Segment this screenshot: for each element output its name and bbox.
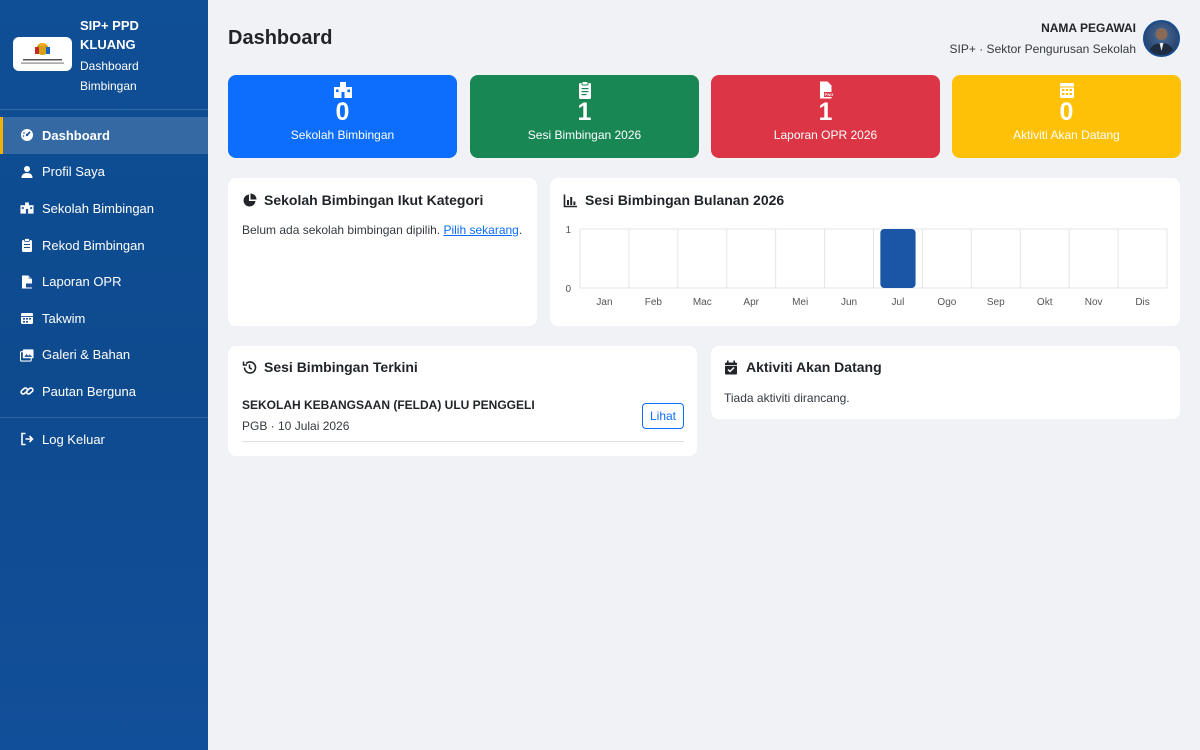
x-tick-label: Okt bbox=[1037, 297, 1053, 308]
x-tick-label: Jul bbox=[892, 297, 905, 308]
svg-text:PNG: PNG bbox=[824, 92, 833, 97]
pilih-sekarang-link[interactable]: Pilih sekarang bbox=[443, 223, 518, 237]
sidebar-item-label: Takwim bbox=[42, 310, 86, 326]
sidebar-item-label: Laporan OPR bbox=[42, 274, 122, 290]
x-tick-label: Mei bbox=[792, 297, 808, 308]
lihat-button[interactable]: Lihat bbox=[642, 403, 684, 429]
aktiviti-card: Aktiviti Akan Datang Tiada aktiviti dira… bbox=[711, 346, 1180, 419]
sidebar-item-rekod[interactable]: Rekod Bimbingan bbox=[0, 227, 208, 264]
user-icon bbox=[20, 165, 34, 179]
sidebar-item-label: Sekolah Bimbingan bbox=[42, 200, 155, 216]
user-info: NAMA PEGAWAI SIP+ · Sektor Pengurusan Se… bbox=[950, 21, 1136, 56]
x-tick-label: Jan bbox=[596, 297, 612, 308]
sign-out-icon bbox=[20, 432, 34, 446]
sidebar-item-pautan[interactable]: Pautan Berguna bbox=[0, 373, 208, 410]
stat-card-aktiviti[interactable]: 0 Aktiviti Akan Datang bbox=[952, 75, 1181, 158]
session-meta: PGB · 10 Julai 2026 bbox=[242, 419, 350, 433]
x-tick-label: Mac bbox=[693, 297, 712, 308]
school-name: SEKOLAH KEBANGSAAN (FELDA) ULU PENGGELI bbox=[242, 398, 535, 412]
terkini-card: Sesi Bimbingan Terkini SEKOLAH KEBANGSAA… bbox=[228, 346, 697, 456]
sidebar-nav: Dashboard Profil Saya Sekolah Bimbingan … bbox=[0, 110, 208, 457]
aktiviti-title: Aktiviti Akan Datang bbox=[746, 359, 882, 375]
kategori-trailing: . bbox=[518, 223, 523, 237]
bulanan-card: Sesi Bimbingan Bulanan 2026 0 1 Jan Feb Mac A… bbox=[550, 178, 1180, 326]
file-png-icon: PNG bbox=[816, 81, 836, 99]
school-icon bbox=[20, 201, 34, 215]
sidebar-item-dashboard[interactable]: Dashboard bbox=[0, 117, 208, 154]
page-title: Dashboard bbox=[228, 27, 333, 49]
sidebar-item-galeri[interactable]: Galeri & Bahan bbox=[0, 337, 208, 374]
stat-value: 0 bbox=[335, 98, 350, 126]
user-role: SIP+ · Sektor Pengurusan Sekolah bbox=[949, 42, 1136, 56]
stat-value: 1 bbox=[577, 98, 592, 126]
x-tick-label: Sep bbox=[987, 297, 1005, 308]
terkini-title: Sesi Bimbingan Terkini bbox=[264, 359, 418, 375]
brand-subtitle-line2: Bimbingan bbox=[80, 79, 137, 93]
sidebar-item-label: Pautan Berguna bbox=[42, 383, 136, 399]
kategori-card: Sekolah Bimbingan Ikut Kategori Belum ad… bbox=[228, 178, 537, 326]
stat-card-sesi[interactable]: 1 Sesi Bimbingan 2026 bbox=[470, 75, 699, 158]
x-tick-label: Ogo bbox=[937, 297, 956, 308]
aktiviti-empty-text: Tiada aktiviti dirancang. bbox=[724, 391, 850, 405]
brand-title-line1: SIP+ PPD bbox=[80, 18, 139, 33]
images-icon bbox=[20, 348, 34, 362]
stat-card-sekolah[interactable]: 0 Sekolah Bimbingan bbox=[228, 75, 457, 158]
history-icon bbox=[242, 360, 257, 375]
sidebar: SIP+ PPD KLUANG Dashboard Bimbingan Dash… bbox=[0, 0, 208, 750]
stat-label: Aktiviti Akan Datang bbox=[1013, 128, 1120, 142]
sidebar-divider bbox=[0, 416, 208, 418]
sidebar-item-takwim[interactable]: Takwim bbox=[0, 300, 208, 337]
logout-label: Log Keluar bbox=[42, 431, 105, 447]
stat-value: 1 bbox=[818, 98, 833, 126]
sidebar-item-label: Rekod Bimbingan bbox=[42, 237, 145, 253]
sidebar-item-label: Galeri & Bahan bbox=[42, 347, 131, 363]
chart-bar bbox=[880, 229, 916, 288]
sidebar-item-profil[interactable]: Profil Saya bbox=[0, 154, 208, 191]
sidebar-item-sekolah[interactable]: Sekolah Bimbingan bbox=[0, 190, 208, 227]
brand-title-line2: KLUANG bbox=[80, 37, 136, 52]
stat-label: Sekolah Bimbingan bbox=[290, 128, 395, 142]
stat-value: 0 bbox=[1059, 98, 1074, 126]
kategori-title: Sekolah Bimbingan Ikut Kategori bbox=[264, 192, 484, 208]
gauge-icon bbox=[20, 128, 34, 142]
y-tick-label: 0 bbox=[565, 284, 571, 295]
kategori-empty-text: Belum ada sekolah bimbingan dipilih. bbox=[242, 223, 441, 237]
sidebar-item-label: Dashboard bbox=[42, 127, 110, 143]
x-tick-label: Apr bbox=[743, 297, 759, 308]
aktiviti-card-header: Aktiviti Akan Datang bbox=[724, 359, 882, 375]
sidebar-item-label: Profil Saya bbox=[42, 164, 105, 180]
stat-card-laporan[interactable]: PNG 1 Laporan OPR 2026 bbox=[711, 75, 940, 158]
file-image-icon bbox=[20, 275, 34, 289]
x-tick-label: Jun bbox=[841, 297, 857, 308]
x-tick-label: Feb bbox=[645, 297, 663, 308]
user-name: NAMA PEGAWAI bbox=[1041, 21, 1136, 35]
calendar-icon bbox=[1057, 81, 1077, 99]
x-tick-label: Nov bbox=[1085, 297, 1103, 308]
ministry-logo bbox=[13, 37, 72, 71]
y-tick-label: 1 bbox=[565, 225, 571, 236]
clipboard-icon bbox=[575, 81, 595, 99]
sidebar-item-laporan[interactable]: Laporan OPR bbox=[0, 263, 208, 300]
brand-subtitle-line1: Dashboard bbox=[80, 59, 139, 73]
school-icon bbox=[333, 81, 353, 99]
pie-chart-icon bbox=[242, 193, 257, 208]
monthly-bar-chart: 0 1 Jan Feb Mac Apr Mei Jun Jul Ogo Sep Okt Nov Dis bbox=[565, 225, 1168, 308]
brand: SIP+ PPD KLUANG Dashboard Bimbingan bbox=[0, 0, 208, 110]
x-tick-label: Dis bbox=[1135, 297, 1149, 308]
kategori-empty-message: Belum ada sekolah bimbingan dipilih. Pil… bbox=[242, 223, 522, 237]
link-icon bbox=[20, 384, 34, 398]
clipboard-icon bbox=[20, 238, 34, 253]
calendar-icon bbox=[20, 311, 34, 325]
logout-button[interactable]: Log Keluar bbox=[0, 421, 208, 458]
calendar-check-icon bbox=[724, 360, 739, 375]
terkini-card-header: Sesi Bimbingan Terkini bbox=[242, 359, 418, 375]
kategori-card-header: Sekolah Bimbingan Ikut Kategori bbox=[242, 192, 483, 208]
stat-label: Laporan OPR 2026 bbox=[773, 128, 878, 142]
stat-label: Sesi Bimbingan 2026 bbox=[527, 128, 642, 142]
terkini-list-item: SEKOLAH KEBANGSAAN (FELDA) ULU PENGGELI … bbox=[242, 398, 684, 442]
avatar[interactable] bbox=[1143, 20, 1180, 57]
